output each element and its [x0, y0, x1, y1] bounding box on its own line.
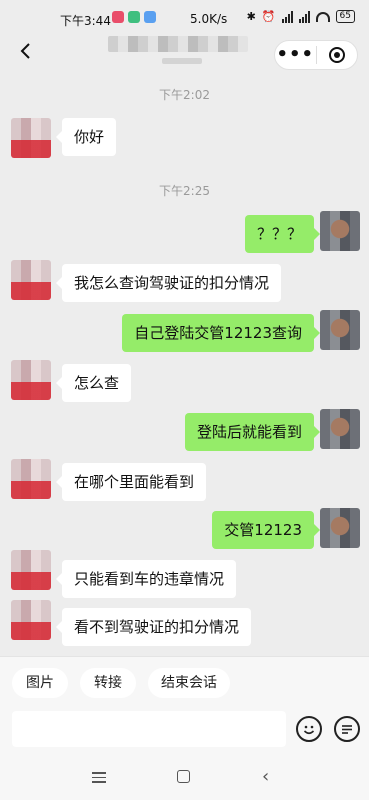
avatar[interactable]	[320, 310, 360, 350]
picture-button[interactable]: 图片	[12, 668, 68, 698]
avatar[interactable]	[320, 409, 360, 449]
transfer-button[interactable]: 转接	[80, 668, 136, 698]
close-button[interactable]	[317, 47, 358, 63]
emoji-button[interactable]	[296, 716, 322, 742]
message-bubble-outgoing[interactable]: ？？？	[244, 215, 321, 253]
avatar[interactable]	[11, 118, 51, 158]
message-bubble-outgoing[interactable]: 交管12123	[212, 511, 320, 549]
message-bubble-incoming[interactable]: 你好	[55, 118, 117, 156]
message-timestamp: 下午2:25	[159, 184, 210, 198]
back-button[interactable]	[12, 36, 42, 66]
wifi-icon	[315, 11, 330, 22]
quick-action-bar: 图片 转接 结束会话	[0, 656, 369, 708]
target-circle-icon	[328, 47, 345, 63]
signal-icon	[298, 10, 310, 23]
message-timestamp: 下午2:02	[159, 88, 210, 102]
app-notification-icon	[112, 11, 124, 23]
avatar[interactable]	[11, 600, 51, 640]
chat-subtitle-redacted	[162, 58, 202, 64]
avatar[interactable]	[11, 550, 51, 590]
bluetooth-icon: ✱	[246, 10, 256, 23]
end-session-button[interactable]: 结束会话	[148, 668, 230, 698]
system-nav-bar: ‹	[0, 758, 369, 800]
message-bubble-incoming[interactable]: 我怎么查询驾驶证的扣分情况	[55, 264, 282, 302]
more-button[interactable]: •••	[275, 46, 316, 64]
emoji-icon	[303, 725, 315, 735]
quick-reply-icon	[342, 725, 352, 734]
battery-icon: 65	[335, 10, 355, 23]
chevron-left-icon	[20, 43, 30, 59]
input-bar	[0, 708, 369, 758]
message-bubble-outgoing[interactable]: 登陆后就能看到	[184, 413, 321, 451]
message-bubble-incoming[interactable]: 在哪个里面能看到	[55, 463, 207, 501]
avatar[interactable]	[11, 360, 51, 400]
avatar[interactable]	[11, 459, 51, 499]
home-icon[interactable]	[177, 770, 190, 783]
app-notification-icon	[144, 11, 156, 23]
message-bubble-outgoing[interactable]: 自己登陆交管12123查询	[122, 314, 320, 352]
signal-icon	[281, 10, 293, 23]
message-bubble-incoming[interactable]: 看不到驾驶证的扣分情况	[55, 608, 252, 646]
message-bubble-incoming[interactable]: 怎么查	[55, 364, 132, 402]
menu-icon[interactable]	[92, 772, 106, 786]
miniprogram-capsule: •••	[274, 40, 358, 70]
chat-title-redacted	[108, 36, 248, 52]
app-notification-icon	[128, 11, 140, 23]
back-icon[interactable]: ‹	[262, 766, 269, 787]
chat-header: •••	[0, 32, 369, 74]
avatar[interactable]	[320, 508, 360, 548]
network-speed: 5.0K/s	[190, 12, 228, 26]
message-list[interactable]: 下午2:02 你好 下午2:25 ？？？ 我怎么查询驾驶证的扣分情况 自己登陆交…	[0, 78, 369, 650]
alarm-icon: ⏰	[261, 10, 276, 23]
status-time: 下午3:44	[60, 14, 111, 28]
avatar[interactable]	[320, 211, 360, 251]
notification-icons	[112, 11, 156, 23]
avatar[interactable]	[11, 260, 51, 300]
message-bubble-incoming[interactable]: 只能看到车的违章情况	[55, 560, 237, 598]
quick-reply-button[interactable]	[334, 716, 360, 742]
message-input[interactable]	[12, 711, 286, 747]
